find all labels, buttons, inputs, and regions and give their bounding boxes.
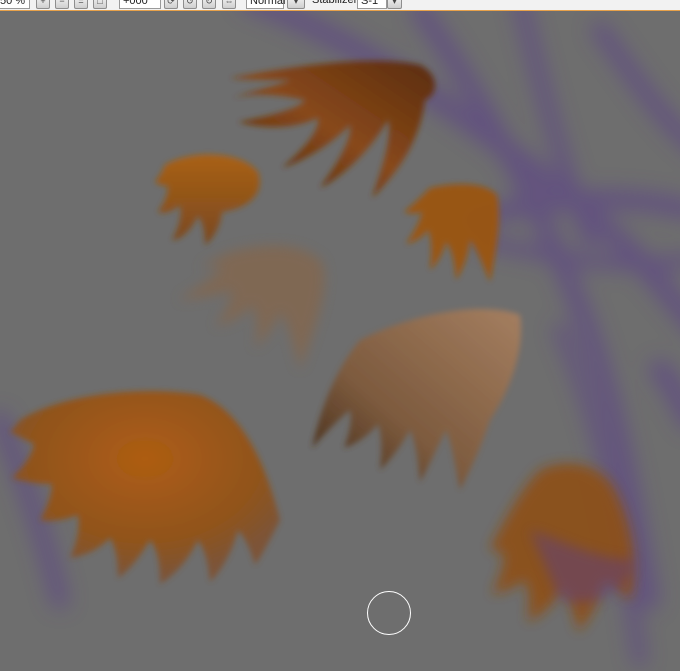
rotate-right-icon[interactable]: ↻: [202, 0, 216, 9]
brush-stroke-small-orange: [155, 154, 260, 245]
rotate-reset-icon[interactable]: ⟳: [164, 0, 178, 9]
blend-mode-select[interactable]: Normal: [246, 0, 285, 9]
paint-app-window: 50 % + − = □ +000 ⟳ ↺ ↻ ⇔ Normal ▾ Stabi…: [0, 0, 680, 671]
zoom-in-icon[interactable]: +: [36, 0, 50, 9]
brush-stroke-tan-tuft: [312, 309, 521, 490]
zoom-reset-icon[interactable]: =: [74, 0, 88, 9]
stabilizer-label: Stabilizer: [312, 0, 358, 6]
stabilizer-select[interactable]: S-1: [357, 0, 387, 9]
dropdown-arrow-icon[interactable]: ▾: [287, 0, 305, 9]
drawing-canvas[interactable]: [0, 0, 680, 671]
brush-stroke-dark-tuft: [230, 60, 435, 198]
rotate-left-icon[interactable]: ↺: [183, 0, 197, 9]
brush-stroke-faded-tan: [178, 245, 325, 370]
brush-cursor-circle: [367, 591, 411, 635]
canvas-artwork: [0, 0, 680, 667]
zoom-out-icon[interactable]: −: [55, 0, 69, 9]
dropdown-arrow-icon[interactable]: ▾: [387, 0, 402, 9]
canvas-toolbar: 50 % + − = □ +000 ⟳ ↺ ↻ ⇔ Normal ▾ Stabi…: [0, 0, 680, 11]
zoom-fit-icon[interactable]: □: [93, 0, 107, 9]
flip-icon[interactable]: ⇔: [222, 0, 236, 9]
zoom-field[interactable]: 50 %: [0, 0, 30, 9]
brush-stroke-right-orange: [404, 184, 499, 282]
brush-stroke-lower-right: [490, 463, 635, 632]
rotation-field[interactable]: +000: [119, 0, 161, 9]
